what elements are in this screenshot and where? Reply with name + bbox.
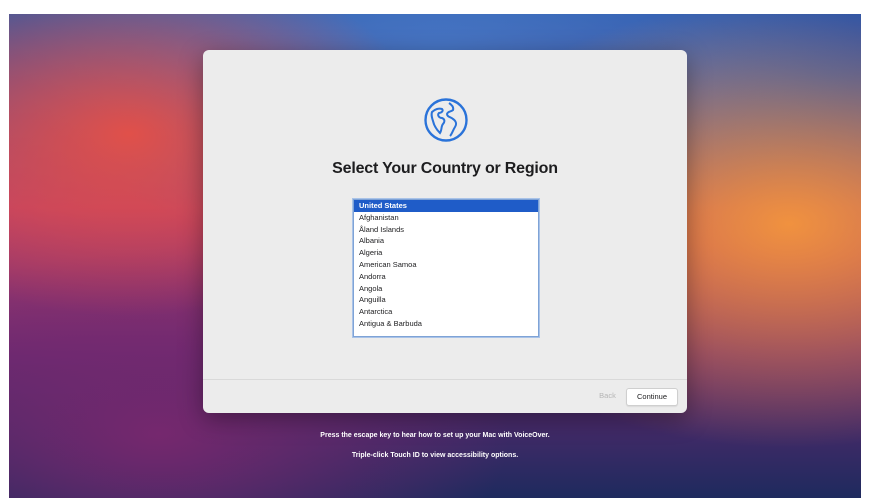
voiceover-hint: Press the escape key to hear how to set … <box>320 432 550 439</box>
country-list-item[interactable]: Antigua & Barbuda <box>354 318 538 330</box>
back-button[interactable]: Back <box>594 388 621 404</box>
country-list-item[interactable]: Algeria <box>354 247 538 259</box>
country-list-item[interactable]: Andorra <box>354 271 538 283</box>
continue-button[interactable]: Continue <box>626 388 678 406</box>
country-list-item[interactable]: Angola <box>354 283 538 295</box>
country-list-item[interactable]: Albania <box>354 235 538 247</box>
desktop-background: Select Your Country or Region United Sta… <box>9 14 861 498</box>
setup-assistant-window: Select Your Country or Region United Sta… <box>203 50 687 413</box>
globe-icon <box>424 98 468 142</box>
country-list[interactable]: United States Afghanistan Åland Islands Alb… <box>353 199 539 337</box>
page-title: Select Your Country or Region <box>332 160 558 177</box>
country-list-item[interactable]: American Samoa <box>354 259 538 271</box>
touch-id-hint: Triple-click Touch ID to view accessibil… <box>351 452 519 459</box>
footer-divider <box>203 379 687 380</box>
country-list-item[interactable]: Afghanistan <box>354 212 538 224</box>
country-list-item[interactable]: Åland Islands <box>354 224 538 236</box>
country-list-item[interactable]: Anguilla <box>354 294 538 306</box>
country-list-item[interactable]: United States <box>354 200 538 212</box>
country-list-item[interactable]: Antarctica <box>354 306 538 318</box>
